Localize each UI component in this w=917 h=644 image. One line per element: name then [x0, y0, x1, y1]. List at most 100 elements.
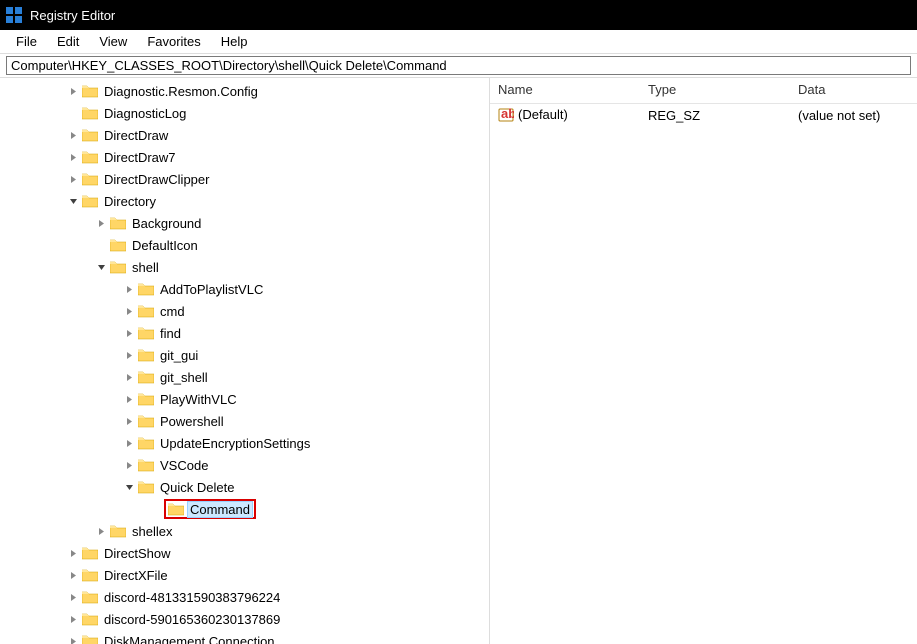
- tree-label: discord-590165360230137869: [102, 612, 282, 627]
- tree-row[interactable]: DirectDraw: [0, 124, 489, 146]
- list-header: Name Type Data: [490, 78, 917, 104]
- tree-row[interactable]: Background: [0, 212, 489, 234]
- expander-spacer: [66, 106, 80, 120]
- column-header-type[interactable]: Type: [640, 78, 790, 103]
- tree-label: DirectDraw: [102, 128, 170, 143]
- expander-closed-icon[interactable]: [66, 634, 80, 644]
- expander-closed-icon[interactable]: [66, 590, 80, 604]
- folder-icon: [82, 128, 98, 142]
- expander-closed-icon[interactable]: [66, 84, 80, 98]
- tree-row[interactable]: VSCode: [0, 454, 489, 476]
- list-pane[interactable]: Name Type Data ab (Default) REG_SZ(value n…: [490, 78, 917, 644]
- tree-row[interactable]: DirectShow: [0, 542, 489, 564]
- expander-open-icon[interactable]: [122, 480, 136, 494]
- expander-closed-icon[interactable]: [66, 150, 80, 164]
- address-input[interactable]: [6, 56, 911, 75]
- column-header-data[interactable]: Data: [790, 78, 917, 103]
- expander-closed-icon[interactable]: [122, 436, 136, 450]
- expander-closed-icon[interactable]: [122, 370, 136, 384]
- expander-closed-icon[interactable]: [122, 326, 136, 340]
- expander-closed-icon[interactable]: [122, 414, 136, 428]
- expander-closed-icon[interactable]: [66, 546, 80, 560]
- reg-string-icon: ab: [498, 107, 514, 123]
- folder-icon: [138, 370, 154, 384]
- expander-closed-icon[interactable]: [122, 304, 136, 318]
- tree-row[interactable]: git_shell: [0, 366, 489, 388]
- tree-row[interactable]: Diagnostic.Resmon.Config: [0, 80, 489, 102]
- expander-open-icon[interactable]: [66, 194, 80, 208]
- folder-icon: [138, 414, 154, 428]
- window-title: Registry Editor: [30, 8, 115, 23]
- expander-closed-icon[interactable]: [94, 524, 108, 538]
- tree-row[interactable]: Directory: [0, 190, 489, 212]
- tree-label: AddToPlaylistVLC: [158, 282, 265, 297]
- tree-row[interactable]: find: [0, 322, 489, 344]
- list-body: ab (Default) REG_SZ(value not set): [490, 104, 917, 126]
- tree-row[interactable]: shellex: [0, 520, 489, 542]
- tree-label: git_shell: [158, 370, 210, 385]
- expander-closed-icon[interactable]: [122, 282, 136, 296]
- menu-help[interactable]: Help: [211, 31, 258, 52]
- folder-icon: [82, 84, 98, 98]
- expander-open-icon[interactable]: [94, 260, 108, 274]
- tree-row[interactable]: UpdateEncryptionSettings: [0, 432, 489, 454]
- tree-label: PlayWithVLC: [158, 392, 239, 407]
- folder-icon: [110, 216, 126, 230]
- tree-label: DirectDraw7: [102, 150, 178, 165]
- folder-icon: [138, 282, 154, 296]
- folder-icon: [110, 524, 126, 538]
- folder-icon: [138, 458, 154, 472]
- tree-label: Quick Delete: [158, 480, 236, 495]
- cell-type: REG_SZ: [640, 106, 790, 125]
- regedit-app-icon: [6, 7, 22, 23]
- tree-row[interactable]: AddToPlaylistVLC: [0, 278, 489, 300]
- tree-row[interactable]: Command: [0, 498, 489, 520]
- tree-label: Background: [130, 216, 203, 231]
- tree-row[interactable]: discord-590165360230137869: [0, 608, 489, 630]
- tree-pane[interactable]: Diagnostic.Resmon.ConfigDiagnosticLog Dir…: [0, 78, 490, 644]
- folder-icon: [138, 348, 154, 362]
- folder-icon: [82, 106, 98, 120]
- tree-label: shell: [130, 260, 161, 275]
- expander-closed-icon[interactable]: [122, 348, 136, 362]
- tree-row[interactable]: discord-481331590383796224: [0, 586, 489, 608]
- tree-row[interactable]: git_gui: [0, 344, 489, 366]
- expander-closed-icon[interactable]: [66, 612, 80, 626]
- expander-closed-icon[interactable]: [66, 568, 80, 582]
- menu-bar: File Edit View Favorites Help: [0, 30, 917, 54]
- folder-icon: [110, 238, 126, 252]
- menu-file[interactable]: File: [6, 31, 47, 52]
- tree-row[interactable]: DiagnosticLog: [0, 102, 489, 124]
- tree-label: cmd: [158, 304, 187, 319]
- tree-row[interactable]: DirectDrawClipper: [0, 168, 489, 190]
- tree-label: DiskManagement.Connection: [102, 634, 277, 644]
- tree-row[interactable]: shell: [0, 256, 489, 278]
- tree-row[interactable]: PlayWithVLC: [0, 388, 489, 410]
- cell-data: (value not set): [790, 106, 917, 125]
- expander-closed-icon[interactable]: [66, 172, 80, 186]
- tree-row[interactable]: DirectDraw7: [0, 146, 489, 168]
- menu-favorites[interactable]: Favorites: [137, 31, 210, 52]
- value-name: (Default): [518, 107, 568, 122]
- menu-view[interactable]: View: [89, 31, 137, 52]
- folder-icon: [138, 436, 154, 450]
- tree-row[interactable]: DefaultIcon: [0, 234, 489, 256]
- expander-closed-icon[interactable]: [66, 128, 80, 142]
- tree-row[interactable]: Powershell: [0, 410, 489, 432]
- folder-icon: [138, 326, 154, 340]
- tree-row[interactable]: DiskManagement.Connection: [0, 630, 489, 644]
- folder-icon: [82, 172, 98, 186]
- expander-spacer: [150, 502, 164, 516]
- expander-closed-icon[interactable]: [94, 216, 108, 230]
- expander-closed-icon[interactable]: [122, 392, 136, 406]
- tree-row[interactable]: Quick Delete: [0, 476, 489, 498]
- folder-icon: [82, 194, 98, 208]
- address-bar: [0, 54, 917, 78]
- column-header-name[interactable]: Name: [490, 78, 640, 103]
- expander-closed-icon[interactable]: [122, 458, 136, 472]
- menu-edit[interactable]: Edit: [47, 31, 89, 52]
- tree-row[interactable]: DirectXFile: [0, 564, 489, 586]
- tree-row[interactable]: cmd: [0, 300, 489, 322]
- tree-label: discord-481331590383796224: [102, 590, 282, 605]
- list-row[interactable]: ab (Default) REG_SZ(value not set): [490, 104, 917, 126]
